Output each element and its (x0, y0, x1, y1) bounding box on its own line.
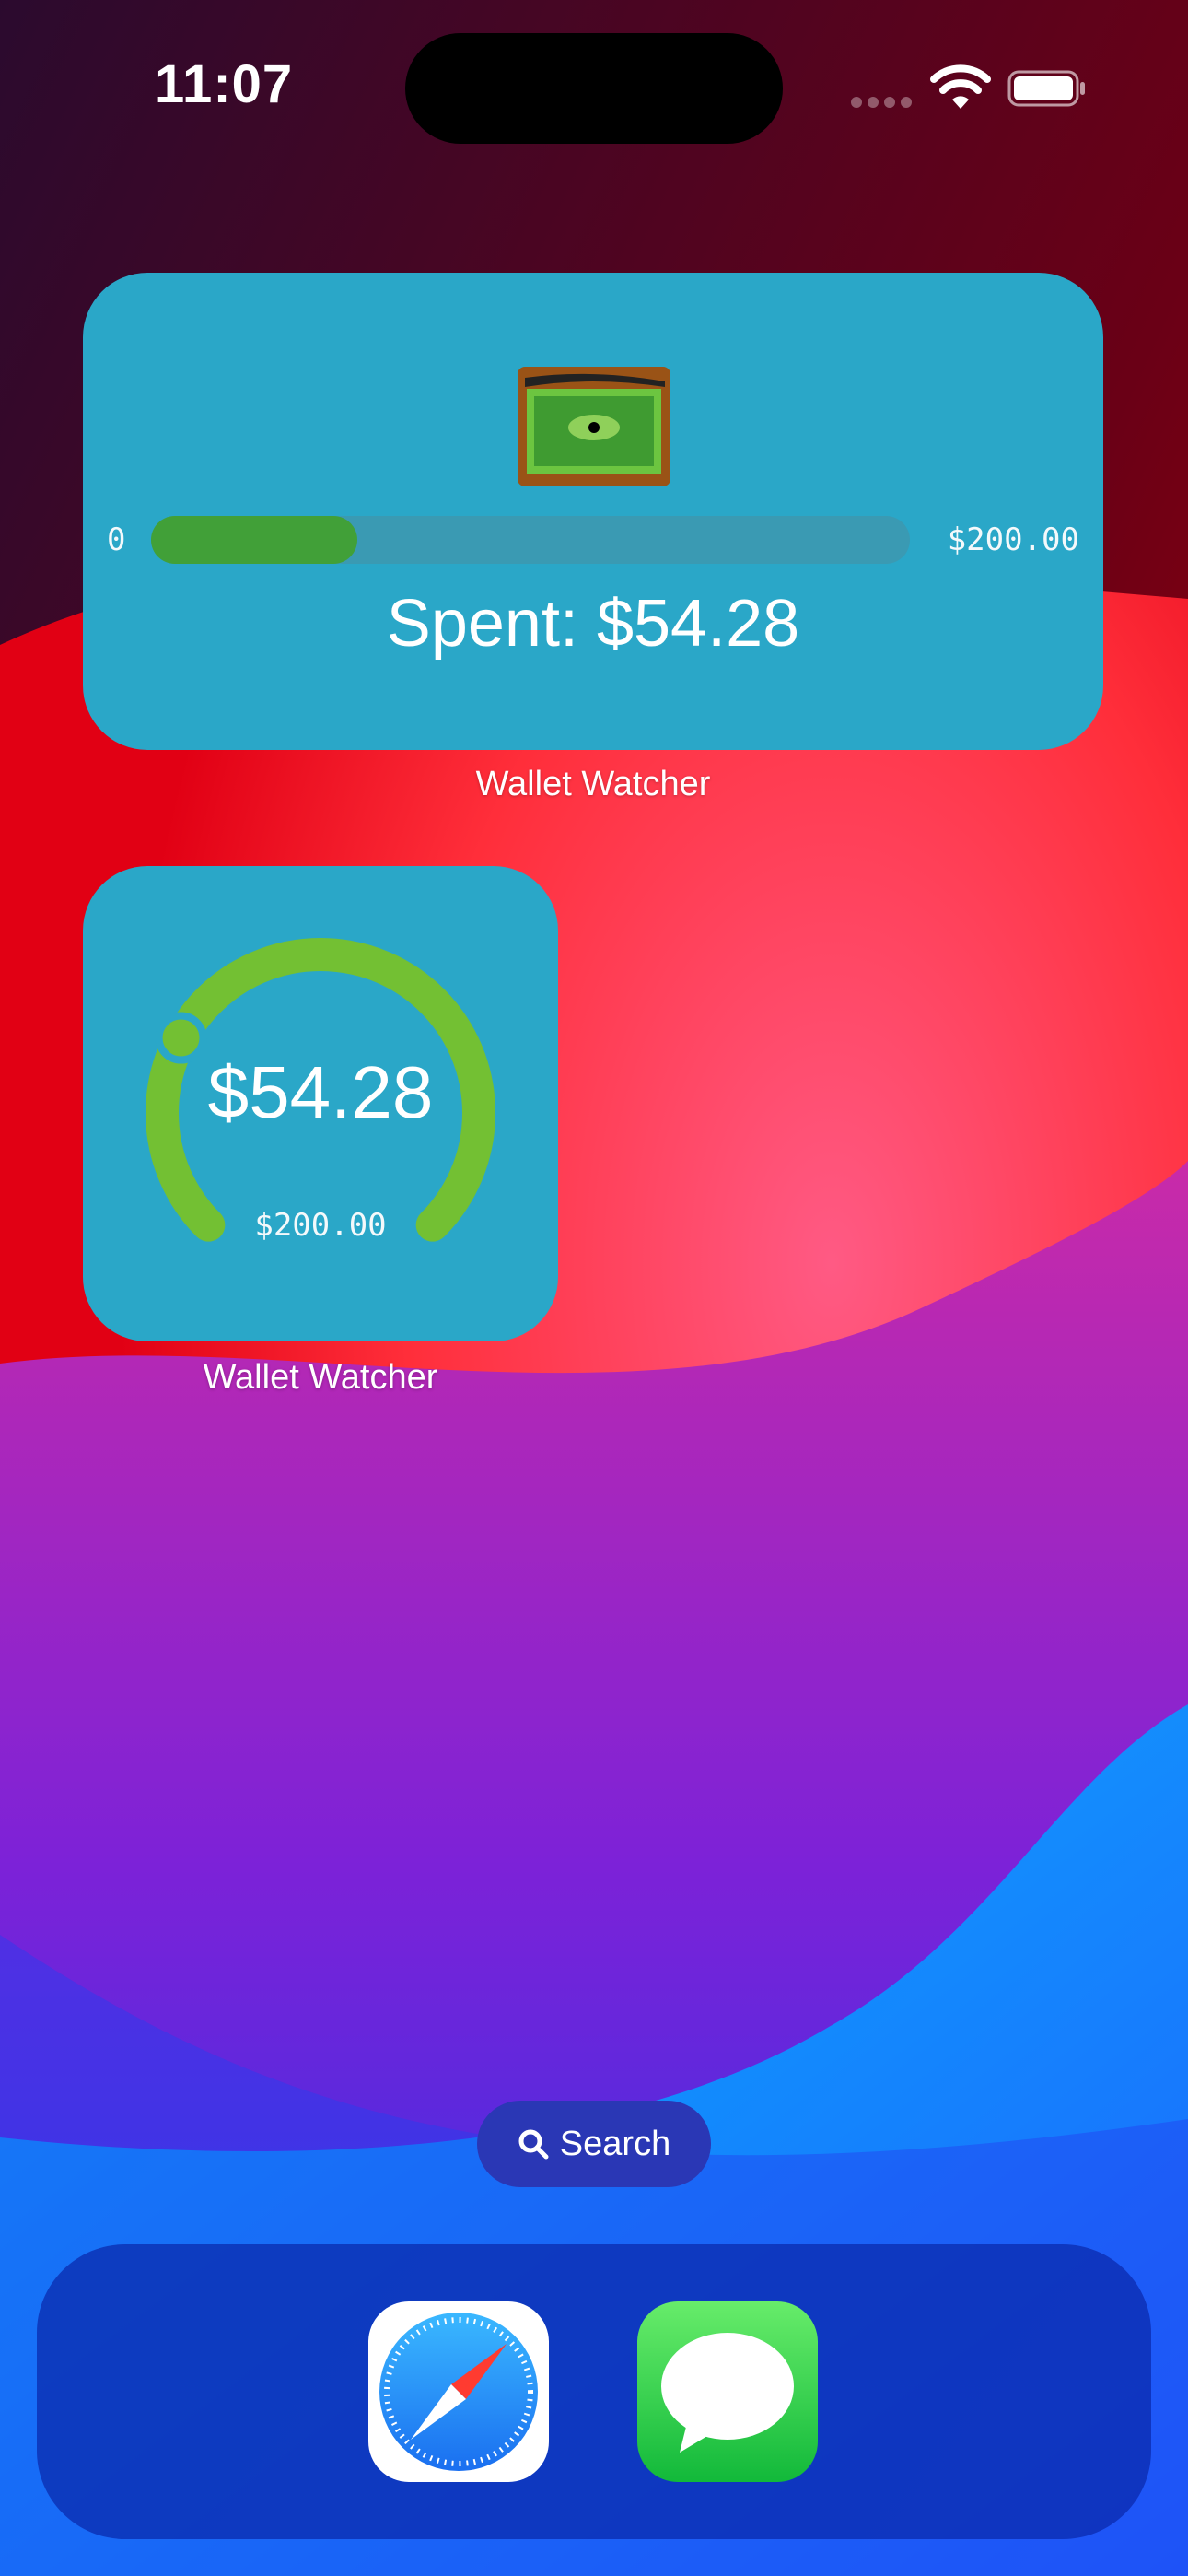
gauge-budget: $200.00 (254, 1207, 387, 1244)
wallet-cash-icon (518, 367, 670, 486)
widget-label: Wallet Watcher (203, 1358, 438, 1397)
range-min-label: 0 (107, 521, 126, 558)
battery-icon (1007, 70, 1085, 107)
cell-signal-icon (851, 96, 917, 111)
search-icon (518, 2129, 549, 2160)
dynamic-island (405, 33, 783, 144)
wifi-icon (930, 64, 991, 109)
gauge-amount: $54.28 (207, 1051, 434, 1133)
range-max-label: $200.00 (947, 521, 1079, 558)
safari-compass-icon (379, 2313, 538, 2471)
wallet-watcher-small-widget[interactable]: $54.28 $200.00 (83, 866, 558, 1341)
safari-icon[interactable] (368, 2301, 549, 2482)
status-time: 11:07 (155, 54, 294, 114)
search-button[interactable]: Search (477, 2101, 711, 2187)
spending-progress-fill (151, 516, 357, 564)
spent-amount: Spent: $54.28 (386, 587, 800, 661)
messages-icon[interactable] (637, 2301, 818, 2482)
spending-progress-bar (151, 516, 910, 564)
dock (37, 2244, 1151, 2539)
widget-label: Wallet Watcher (475, 765, 711, 803)
search-label: Search (559, 2124, 671, 2163)
message-bubble-icon (661, 2333, 794, 2453)
wallet-watcher-medium-widget[interactable]: 0 $200.00 Spent: $54.28 (83, 273, 1103, 750)
